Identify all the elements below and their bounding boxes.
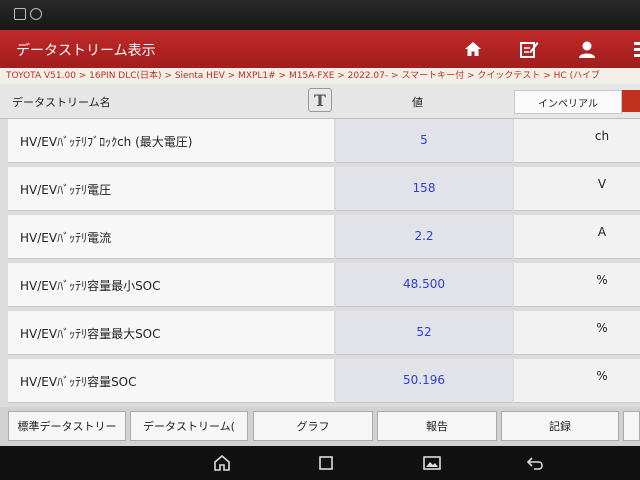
table-row[interactable]: HV/EVﾊﾞｯﾃﾘ電流 2.2 A <box>0 215 640 259</box>
row-value: 158 <box>412 181 436 195</box>
text-size-icon[interactable]: T <box>308 88 332 112</box>
row-name: HV/EVﾊﾞｯﾃﾘﾌﾞﾛｯｸch (最大電圧) <box>20 135 193 149</box>
datastream-button[interactable]: データストリーム( <box>130 411 248 441</box>
android-back-icon <box>526 457 543 470</box>
row-name: HV/EVﾊﾞｯﾃﾘ容量SOC <box>20 375 137 389</box>
table-row[interactable]: HV/EVﾊﾞｯﾃﾘﾌﾞﾛｯｸch (最大電圧) 5 ch <box>0 119 640 163</box>
table-header: データストリーム名 T 値 インペリアル <box>0 84 640 119</box>
row-value: 52 <box>416 325 432 339</box>
android-home-button[interactable] <box>210 451 234 475</box>
user-button[interactable] <box>572 34 602 64</box>
header-value: 値 <box>412 96 423 109</box>
row-unit: % <box>596 273 608 287</box>
row-value: 2.2 <box>414 229 434 243</box>
more-button[interactable] <box>623 411 640 441</box>
breadcrumb: TOYOTA V51.00 > 16PIN DLC(日本) > Sienta H… <box>0 68 640 84</box>
row-name: HV/EVﾊﾞｯﾃﾘ容量最小SOC <box>20 279 161 293</box>
menu-button[interactable] <box>624 34 640 64</box>
android-nav-bar <box>0 446 640 480</box>
status-bar <box>0 0 640 30</box>
metric-toggle-button[interactable] <box>622 90 640 112</box>
android-recents-icon <box>319 456 333 470</box>
row-value: 5 <box>420 133 428 147</box>
table-row[interactable]: HV/EVﾊﾞｯﾃﾘ容量最小SOC 48.500 % <box>0 263 640 307</box>
unit-toggle-button[interactable]: インペリアル <box>514 90 622 114</box>
user-icon <box>579 41 595 58</box>
row-unit: A <box>597 225 607 239</box>
row-unit: ch <box>594 129 610 143</box>
edit-icon <box>520 42 539 58</box>
row-name: HV/EVﾊﾞｯﾃﾘ容量最大SOC <box>20 327 161 341</box>
row-value: 50.196 <box>403 373 445 387</box>
home-icon <box>465 42 481 56</box>
row-unit: % <box>596 369 608 383</box>
header-name: データストリーム名 <box>12 96 111 109</box>
android-home-icon <box>214 454 230 471</box>
standard-datastream-button[interactable]: 標準データストリー <box>8 411 126 441</box>
gallery-icon <box>423 456 441 470</box>
row-value: 48.500 <box>403 277 445 291</box>
row-unit: V <box>597 177 607 191</box>
table-row[interactable]: HV/EVﾊﾞｯﾃﾘ容量SOC 50.196 % <box>0 359 640 403</box>
sync-icon <box>30 8 42 20</box>
data-stream-list[interactable]: HV/EVﾊﾞｯﾃﾘﾌﾞﾛｯｸch (最大電圧) 5 ch HV/EVﾊﾞｯﾃﾘ… <box>0 119 640 407</box>
home-button[interactable] <box>458 34 488 64</box>
title-bar: データストリーム表示 <box>0 30 640 68</box>
row-unit: % <box>596 321 608 335</box>
page-title: データストリーム表示 <box>16 43 156 59</box>
table-row[interactable]: HV/EVﾊﾞｯﾃﾘ電圧 158 V <box>0 167 640 211</box>
tablet-screen: データストリーム表示 TOYOTA V51.00 > 16PIN DLC(日本)… <box>0 0 640 446</box>
android-back-button[interactable] <box>524 451 548 475</box>
menu-icon <box>634 42 640 57</box>
android-recents-button[interactable] <box>314 451 338 475</box>
row-name: HV/EVﾊﾞｯﾃﾘ電圧 <box>20 183 112 197</box>
graph-button[interactable]: グラフ <box>253 411 373 441</box>
notification-icon <box>14 8 26 20</box>
edit-button[interactable] <box>514 34 544 64</box>
record-button[interactable]: 記録 <box>501 411 619 441</box>
report-button[interactable]: 報告 <box>377 411 497 441</box>
table-row[interactable]: HV/EVﾊﾞｯﾃﾘ容量最大SOC 52 % <box>0 311 640 355</box>
row-name: HV/EVﾊﾞｯﾃﾘ電流 <box>20 231 112 245</box>
action-bar: 標準データストリー データストリーム( グラフ 報告 記録 <box>0 407 640 446</box>
gallery-button[interactable] <box>420 451 444 475</box>
